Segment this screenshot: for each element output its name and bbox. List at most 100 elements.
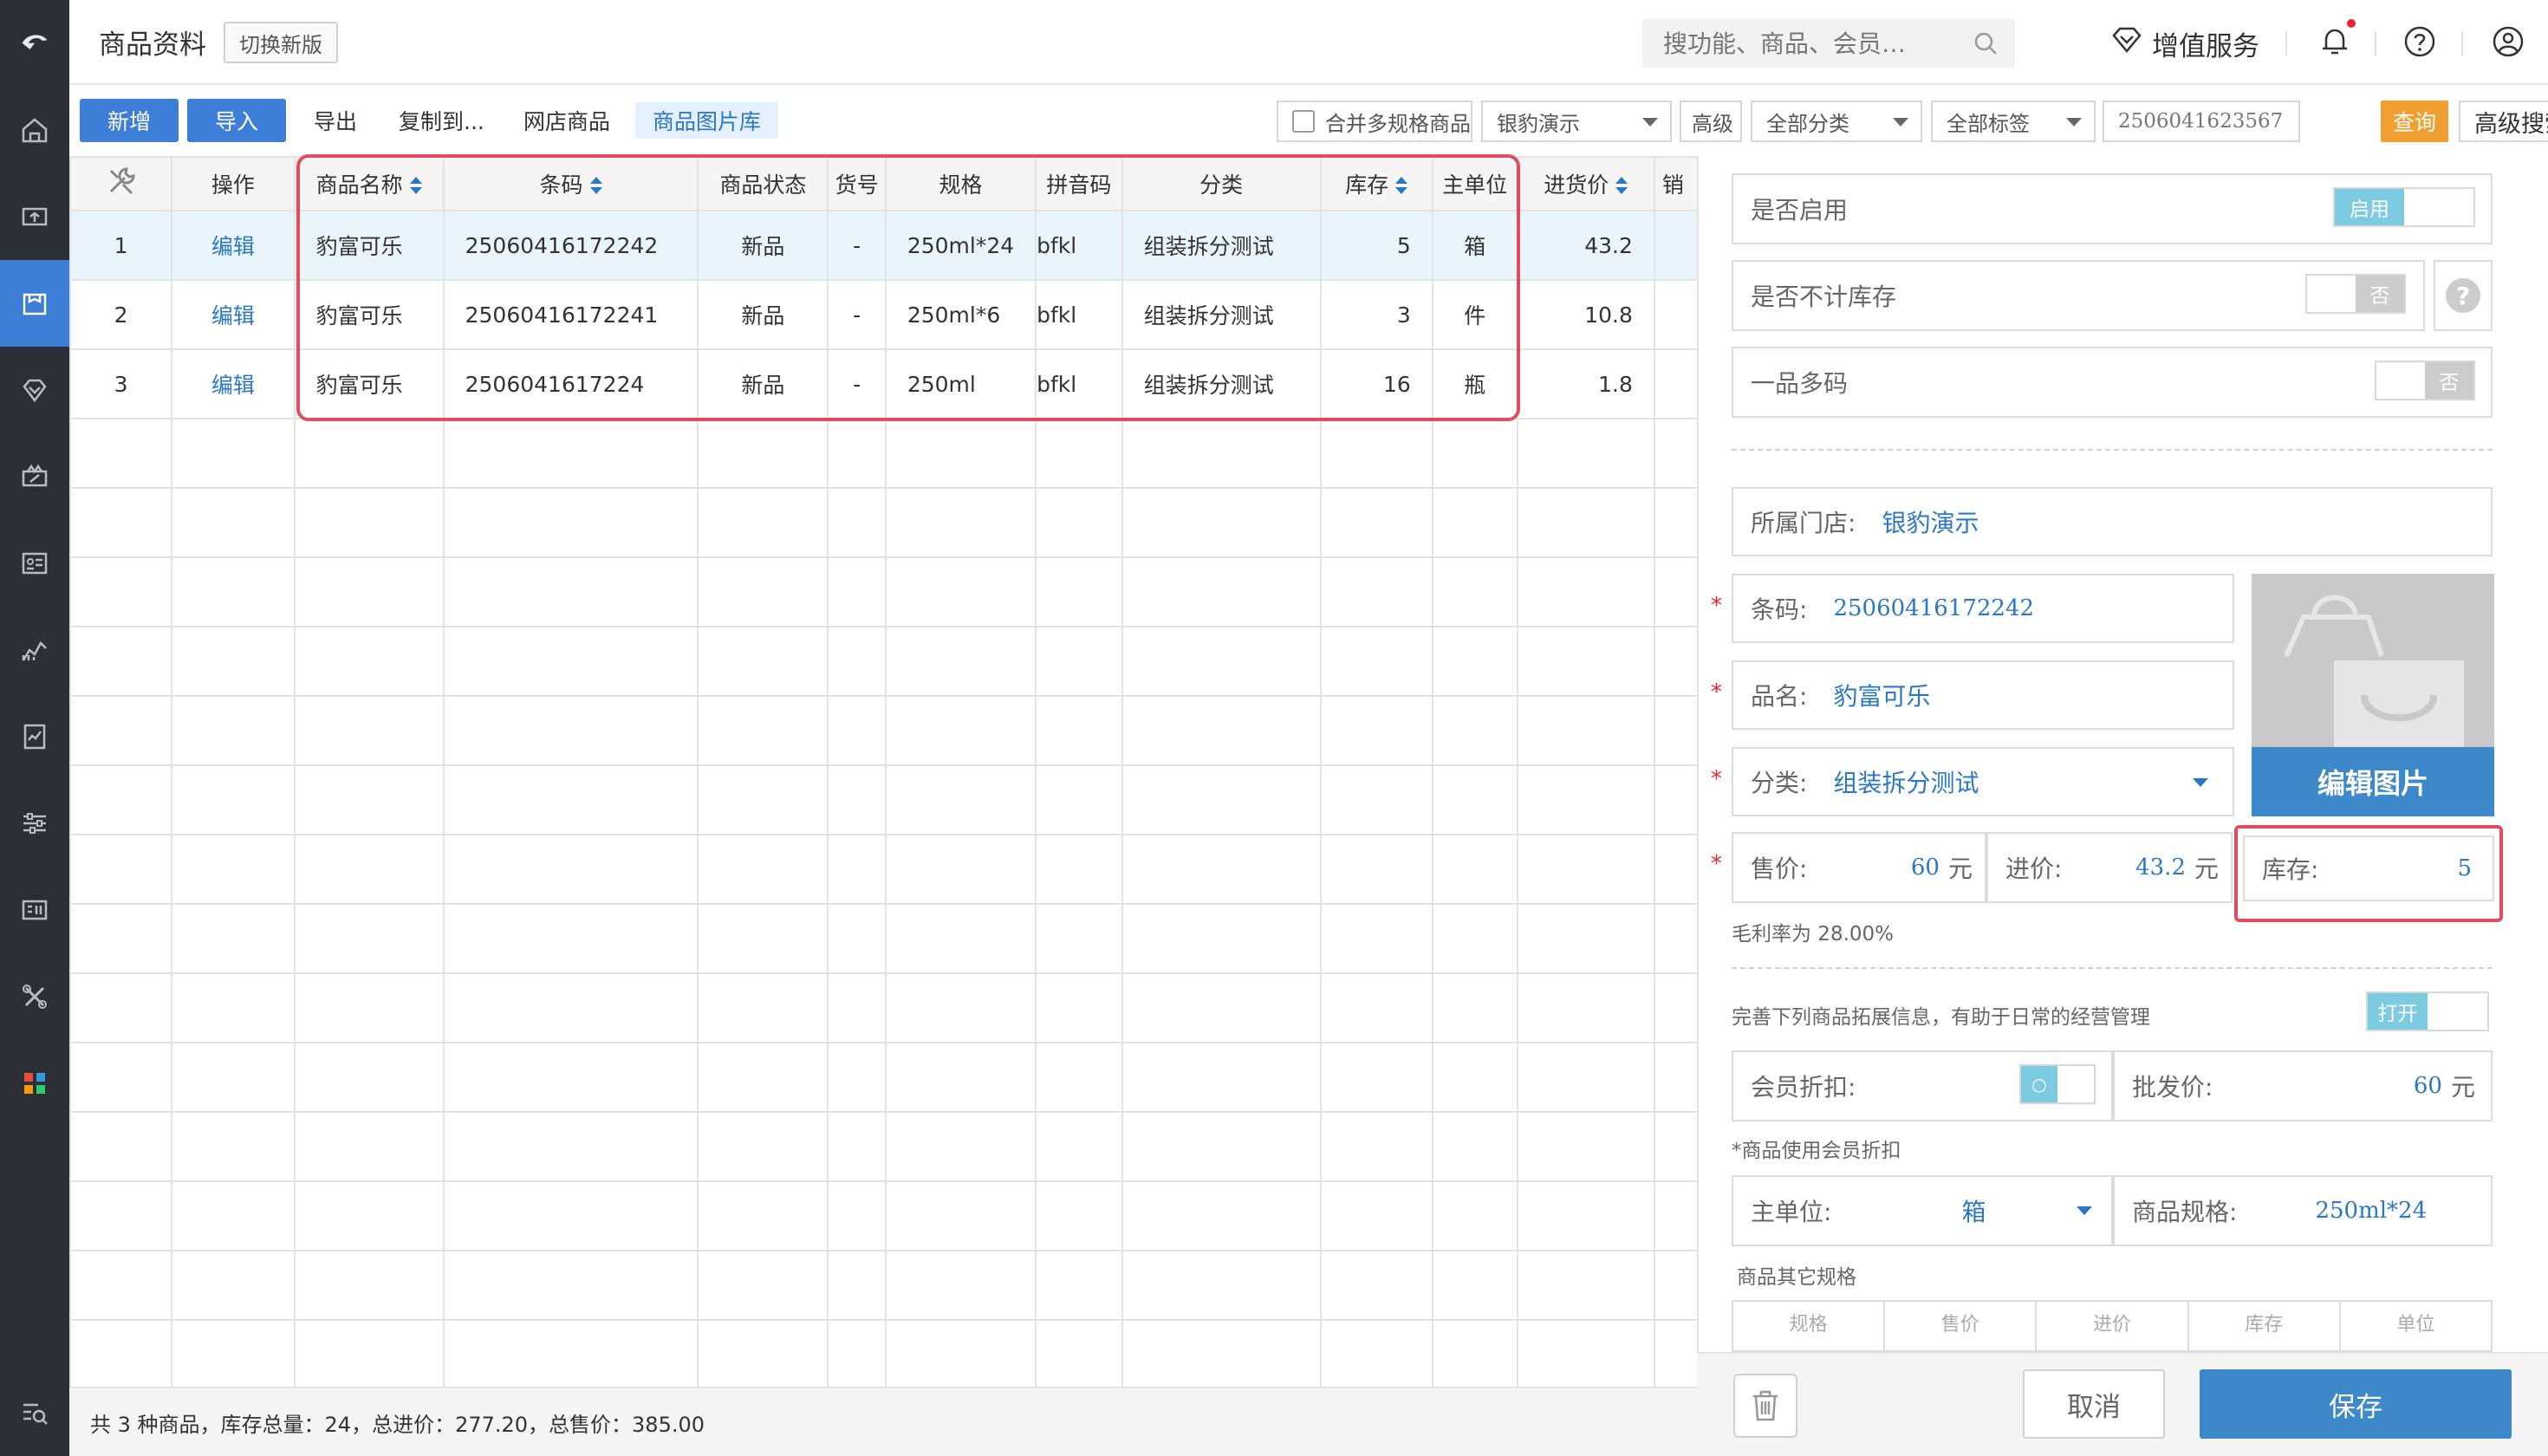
device-icon[interactable] bbox=[0, 867, 69, 953]
main-unit-field[interactable]: 主单位: 箱 bbox=[1732, 1175, 2113, 1246]
cost-value: 43.2 bbox=[2135, 855, 2186, 881]
cashier-icon[interactable] bbox=[0, 173, 69, 260]
apps-icon[interactable] bbox=[0, 1040, 69, 1127]
add-button[interactable]: 新增 bbox=[80, 99, 179, 142]
sort-icon[interactable] bbox=[1615, 177, 1628, 196]
help-icon[interactable] bbox=[2402, 24, 2437, 59]
table-cell bbox=[1319, 1319, 1433, 1387]
cost-field[interactable]: 进价: 43.2 元 bbox=[1986, 832, 2233, 903]
online-goods-link[interactable]: 网店商品 bbox=[523, 102, 610, 139]
switch-version-button[interactable]: 切换新版 bbox=[224, 22, 338, 63]
table-cell bbox=[69, 1180, 173, 1251]
goods-icon[interactable] bbox=[0, 260, 69, 347]
query-button[interactable]: 查询 bbox=[2381, 101, 2448, 142]
sort-icon[interactable] bbox=[409, 177, 422, 196]
panel-scrollbar[interactable] bbox=[2539, 156, 2548, 1352]
import-button[interactable]: 导入 bbox=[187, 99, 286, 142]
wholesale-field[interactable]: 批发价: 60 元 bbox=[2113, 1050, 2493, 1121]
table-cell bbox=[827, 418, 887, 489]
sort-icon[interactable] bbox=[589, 177, 602, 196]
table-cell bbox=[884, 695, 1037, 766]
report-icon[interactable] bbox=[0, 607, 69, 693]
edit-link[interactable]: 编辑 bbox=[171, 210, 296, 281]
price-field[interactable]: 售价: 60 元 bbox=[1732, 832, 1986, 903]
divider bbox=[1732, 967, 2493, 969]
toggle-knob bbox=[2404, 189, 2473, 225]
sort-icon[interactable] bbox=[1395, 177, 1408, 196]
table-cell bbox=[697, 1042, 829, 1113]
column-header[interactable]: 条码 bbox=[442, 156, 699, 211]
staff-icon[interactable] bbox=[0, 520, 69, 607]
search-icon[interactable] bbox=[1972, 29, 1999, 61]
user-icon[interactable] bbox=[2491, 24, 2525, 59]
spec-field[interactable]: 商品规格: 250ml*24 bbox=[2113, 1175, 2493, 1246]
value-added-services-link[interactable]: 增值服务 bbox=[2110, 19, 2259, 68]
table-row[interactable]: 1 编辑 豹富可乐 25060416172242 新品 -250ml*24 bfkl 组装拆分… bbox=[69, 210, 1699, 281]
goods-image[interactable]: 编辑图片 bbox=[2252, 574, 2494, 816]
column-header: 规格 bbox=[884, 156, 1037, 211]
category-select[interactable]: 全部分类 bbox=[1751, 101, 1922, 142]
stock-field[interactable]: 库存: 5 bbox=[2243, 835, 2494, 901]
table-cell bbox=[827, 903, 887, 974]
column-header: 单位 bbox=[2396, 1314, 2435, 1336]
question-icon[interactable]: ? bbox=[2446, 278, 2480, 313]
multi-code-toggle[interactable]: 否 bbox=[2375, 361, 2475, 400]
name-field[interactable]: 品名: 豹富可乐 bbox=[1732, 660, 2234, 730]
home-icon[interactable] bbox=[0, 87, 69, 173]
merge-multi-spec-checkbox[interactable]: 合并多规格商品 bbox=[1277, 101, 1472, 142]
table-cell: 豹富可乐 bbox=[293, 210, 445, 281]
column-header: 商品状态 bbox=[697, 156, 829, 211]
promotion-icon[interactable] bbox=[0, 433, 69, 520]
edit-link[interactable]: 编辑 bbox=[171, 279, 296, 350]
table-cell bbox=[827, 695, 887, 766]
table-cell bbox=[1431, 903, 1518, 974]
global-search-input[interactable] bbox=[1642, 19, 1954, 68]
trash-icon bbox=[1753, 1390, 1778, 1421]
member-discount-toggle[interactable]: ○ bbox=[2019, 1064, 2096, 1104]
value-added-label: 增值服务 bbox=[2152, 30, 2259, 62]
edit-image-button[interactable]: 编辑图片 bbox=[2252, 747, 2494, 816]
store-select-value: 银豹演示 bbox=[1497, 111, 1580, 136]
delete-button[interactable] bbox=[1733, 1374, 1797, 1438]
member-icon[interactable] bbox=[0, 347, 69, 433]
save-button[interactable]: 保存 bbox=[2200, 1369, 2512, 1439]
checkbox-box[interactable] bbox=[1292, 110, 1315, 133]
bell-icon[interactable] bbox=[2317, 24, 2352, 59]
table-cell bbox=[1431, 695, 1518, 766]
table-cell bbox=[69, 764, 173, 835]
no-stock-toggle[interactable]: 否 bbox=[2305, 274, 2406, 314]
cancel-button[interactable]: 取消 bbox=[2023, 1369, 2165, 1439]
table-row[interactable]: 2 编辑 豹富可乐 25060416172241 新品 -250ml*6 bfkl 组装拆分测… bbox=[69, 279, 1699, 350]
finance-icon[interactable] bbox=[0, 693, 69, 780]
table-cell bbox=[171, 903, 296, 974]
table-cell bbox=[1121, 418, 1322, 489]
extend-toggle[interactable]: 打开 bbox=[2366, 991, 2489, 1031]
column-header[interactable]: 进货价 bbox=[1516, 156, 1655, 211]
search-menu-icon[interactable] bbox=[0, 1369, 69, 1456]
export-link[interactable]: 导出 bbox=[314, 102, 357, 139]
enabled-toggle[interactable]: 启用 bbox=[2333, 187, 2475, 227]
help-box[interactable]: ? bbox=[2434, 260, 2493, 331]
edit-link[interactable]: 编辑 bbox=[171, 348, 296, 419]
column-header[interactable]: 商品名称 bbox=[293, 156, 445, 211]
category-field[interactable]: 分类: 组装拆分测试 bbox=[1732, 747, 2234, 816]
tools-column-header[interactable] bbox=[69, 156, 173, 211]
wholesale-value: 60 bbox=[2413, 1073, 2442, 1099]
table-cell bbox=[1035, 626, 1123, 697]
column-header[interactable]: 库存 bbox=[1319, 156, 1433, 211]
tag-select[interactable]: 全部标签 bbox=[1931, 101, 2096, 142]
advanced-button[interactable]: 高级 bbox=[1680, 101, 1742, 142]
table-row[interactable]: 3 编辑 豹富可乐 2506041617224 新品 -250ml bfkl 组装拆分测试 16… bbox=[69, 348, 1699, 419]
table-cell bbox=[1431, 764, 1518, 835]
logo-icon[interactable] bbox=[0, 0, 69, 83]
required-mark: * bbox=[1711, 593, 1722, 619]
image-library-tab[interactable]: 商品图片库 bbox=[635, 102, 779, 139]
wrench-icon[interactable] bbox=[104, 167, 139, 204]
barcode-field[interactable]: 条码: 25060416172242 bbox=[1732, 574, 2234, 643]
advanced-search-button[interactable]: 高级搜索 bbox=[2459, 101, 2548, 142]
store-select[interactable]: 银豹演示 bbox=[1481, 101, 1672, 142]
copy-to-link[interactable]: 复制到... bbox=[399, 102, 484, 139]
goods-search-input[interactable]: 2506041623567 bbox=[2103, 101, 2300, 142]
settings-sliders-icon[interactable] bbox=[0, 780, 69, 867]
tools-icon[interactable] bbox=[0, 953, 69, 1040]
